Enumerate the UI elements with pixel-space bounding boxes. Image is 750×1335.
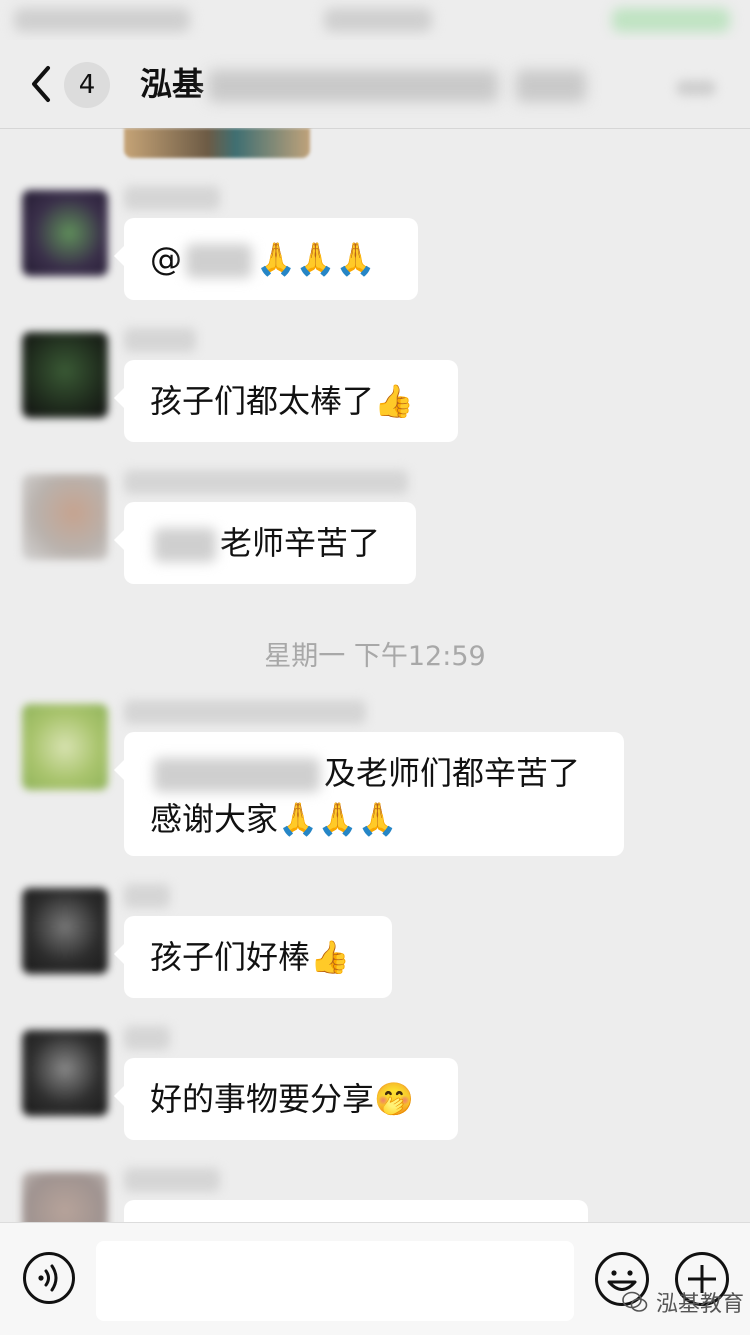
sender-name <box>124 470 408 494</box>
thumbs-up-emoji: 👍 <box>374 382 414 420</box>
avatar[interactable] <box>22 704 108 790</box>
message-text-line2: 感谢大家 <box>150 800 279 838</box>
clock <box>324 8 432 32</box>
message-bubble[interactable] <box>124 1200 588 1222</box>
chat-header: 4 泓基 <box>0 40 750 129</box>
input-toolbar <box>0 1222 750 1335</box>
pray-emoji: 🙏🙏🙏 <box>256 240 376 278</box>
voice-icon[interactable] <box>22 1251 76 1305</box>
sender-name <box>124 700 366 724</box>
chat-title-redacted <box>208 70 498 102</box>
thumbs-up-emoji: 👍 <box>310 938 350 976</box>
avatar[interactable] <box>22 888 108 974</box>
hand-over-mouth-emoji: 🤭 <box>374 1080 414 1118</box>
sender-name <box>124 186 220 210</box>
unread-count-badge[interactable]: 4 <box>64 62 110 108</box>
names-redacted <box>154 758 320 792</box>
watermark-text: 泓基教育 <box>656 1292 745 1317</box>
avatar[interactable] <box>22 474 108 560</box>
avatar[interactable] <box>22 190 108 276</box>
message-text: 好的事物要分享 <box>150 1080 375 1118</box>
message-input[interactable] <box>96 1241 574 1321</box>
message-text: 孩子们好棒 <box>150 938 311 976</box>
wechat-logo-icon <box>622 1291 648 1312</box>
member-count-redacted <box>516 70 586 102</box>
carrier-signal <box>14 8 190 32</box>
message-text: 及老师们都辛苦了 <box>324 754 581 792</box>
mention-redacted <box>186 244 252 278</box>
pray-emoji: 🙏🙏🙏 <box>278 800 398 838</box>
sender-name <box>124 884 170 908</box>
message-timestamp: 星期一 下午12:59 <box>264 641 486 672</box>
sender-name <box>124 328 196 352</box>
watermark: 泓基教育 <box>622 1286 744 1318</box>
chevron-left-icon[interactable] <box>26 62 60 106</box>
chat-title: 泓基 <box>140 65 205 103</box>
sender-name <box>124 1168 220 1192</box>
message-bubble[interactable]: 好的事物要分享🤭 <box>114 1058 458 1140</box>
message-bubble[interactable]: 孩子们都太棒了👍 <box>114 360 458 442</box>
avatar[interactable] <box>22 332 108 418</box>
status-bar <box>0 0 750 40</box>
battery-indicator <box>612 8 730 32</box>
avatar[interactable] <box>22 1030 108 1116</box>
avatar[interactable] <box>22 1172 108 1222</box>
message-bubble[interactable]: @ 🙏🙏🙏 <box>114 218 418 300</box>
message-text: @ <box>150 240 182 278</box>
message-text: 老师辛苦了 <box>220 524 381 562</box>
message-bubble[interactable]: 孩子们好棒👍 <box>114 916 392 998</box>
sender-name <box>124 1026 170 1050</box>
message-bubble[interactable]: 老师辛苦了 <box>114 502 416 584</box>
message-bubble[interactable]: 及老师们都辛苦了 感谢大家🙏🙏🙏 <box>114 732 624 856</box>
message-list[interactable]: @ 🙏🙏🙏 孩子们都太棒了👍 老师辛苦了 星期一 下午12:59 及老师们都辛苦了… <box>0 128 750 1222</box>
image-message-thumbnail[interactable] <box>124 128 310 158</box>
name-redacted <box>154 528 216 562</box>
more-options-icon[interactable] <box>676 80 716 96</box>
message-text: 孩子们都太棒了 <box>150 382 375 420</box>
